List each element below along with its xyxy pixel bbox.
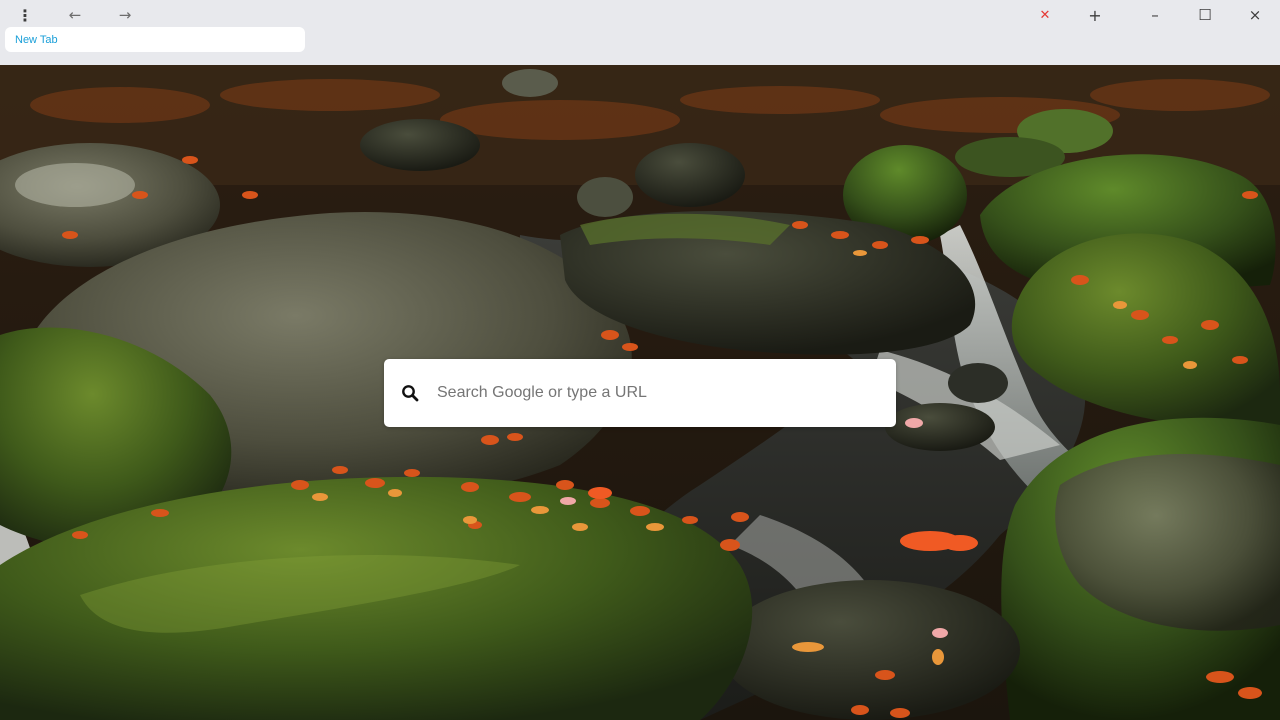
maximize-button[interactable]: ☐	[1194, 3, 1216, 27]
window-close-button[interactable]: ×	[1244, 3, 1266, 27]
close-icon: ×	[1248, 6, 1262, 24]
tab-new-tab[interactable]: New Tab	[5, 27, 305, 52]
kebab-menu-icon: ⋮	[17, 5, 33, 25]
new-tab-page	[0, 65, 1280, 720]
back-button[interactable]: ←	[64, 3, 86, 27]
minimize-icon: –	[1151, 6, 1159, 24]
search-box[interactable]	[384, 359, 896, 427]
search-input[interactable]	[436, 373, 896, 413]
search-icon	[384, 359, 436, 427]
forward-button[interactable]: →	[114, 3, 136, 27]
tab-title: New Tab	[15, 33, 58, 46]
arrow-left-icon: ←	[68, 6, 82, 24]
arrow-right-icon: →	[118, 6, 132, 24]
close-tab-button[interactable]: ✕	[1034, 3, 1056, 27]
browser-chrome: ⋮ ← → ✕ + – ☐ × New Tab	[0, 0, 1280, 65]
new-tab-button[interactable]: +	[1084, 3, 1106, 27]
minimize-button[interactable]: –	[1144, 3, 1166, 27]
close-icon: ✕	[1039, 7, 1051, 23]
plus-icon: +	[1088, 5, 1102, 25]
maximize-icon: ☐	[1198, 6, 1212, 24]
menu-button[interactable]: ⋮	[14, 3, 36, 27]
